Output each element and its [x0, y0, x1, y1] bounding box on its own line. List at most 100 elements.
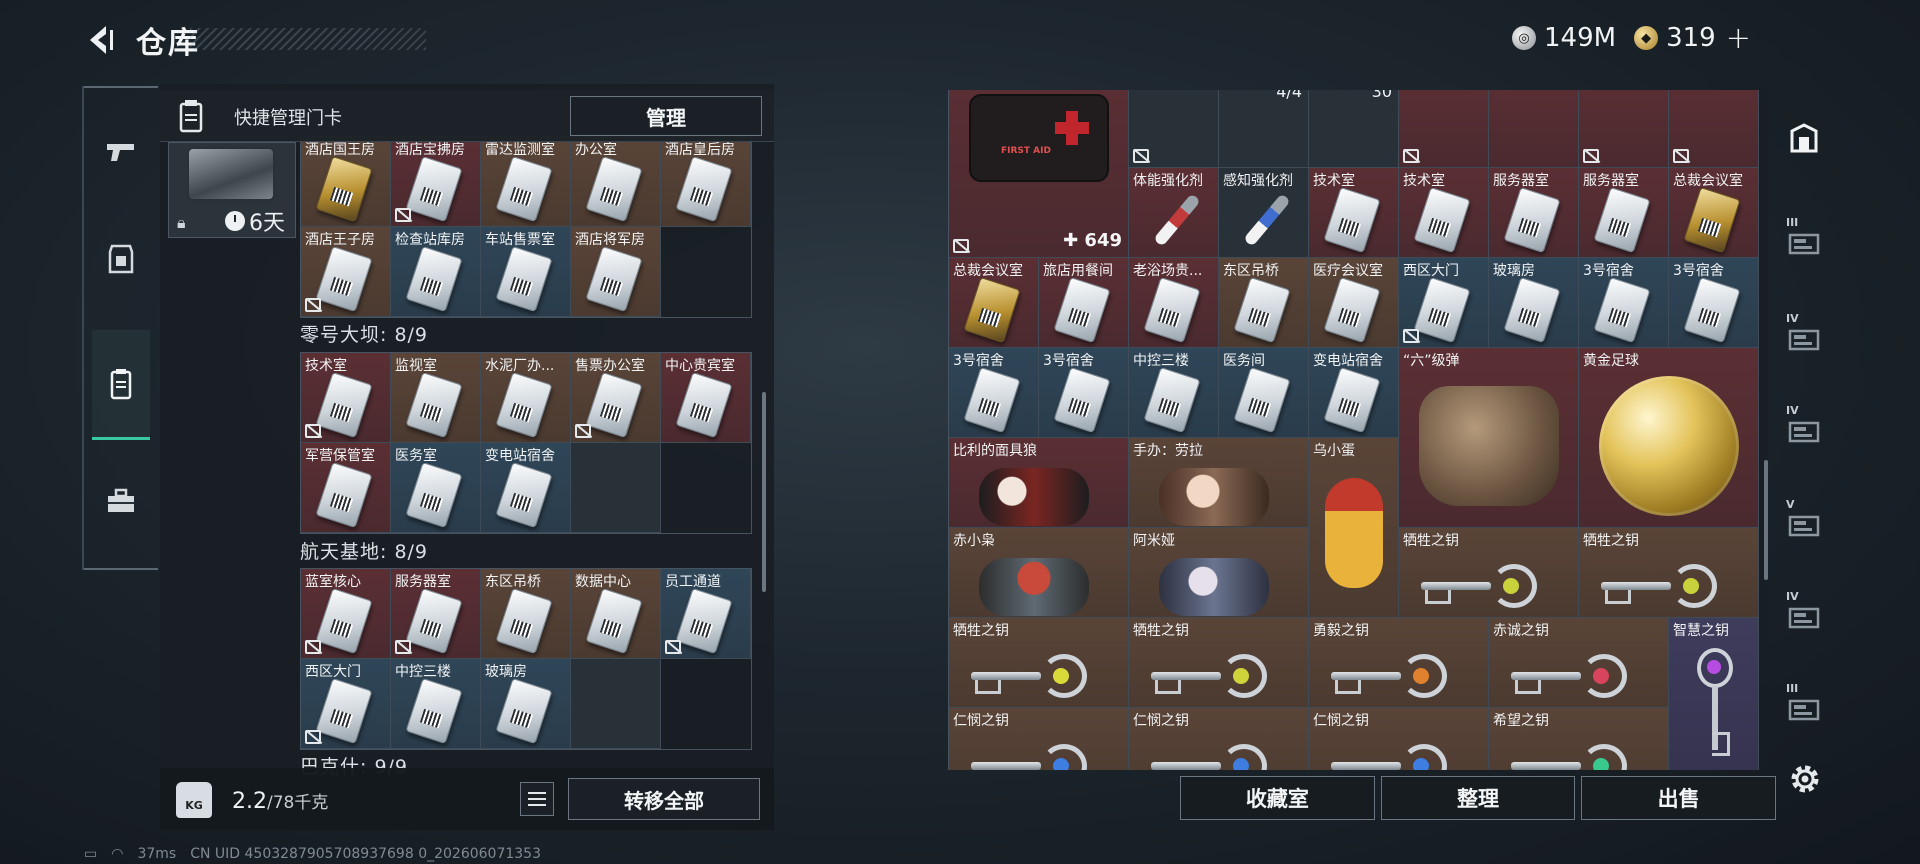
item-slot[interactable] [1489, 90, 1579, 168]
back-button[interactable] [80, 20, 120, 60]
item-slot[interactable]: 医务间 [1219, 348, 1309, 438]
keycard-slot[interactable]: 酒店皇后房 [661, 137, 751, 227]
item-slot[interactable]: 30 [1309, 90, 1399, 168]
left-scrollbar[interactable] [762, 392, 766, 592]
item-slot[interactable]: 技术室 [1399, 168, 1489, 258]
keycard-slot[interactable]: 技术室 [301, 353, 391, 443]
sort-button[interactable]: 整理 [1380, 776, 1576, 820]
right-scrollbar[interactable] [1764, 460, 1768, 580]
item-slot[interactable]: 东区吊桥 [1219, 258, 1309, 348]
keycard-slot[interactable]: 雷达监测室 [481, 137, 571, 227]
item-slot[interactable]: 总裁会议室 [949, 258, 1039, 348]
item-slot[interactable]: 仁悯之钥 [1129, 708, 1309, 770]
item-slot[interactable] [1129, 90, 1219, 168]
item-slot[interactable]: 总裁会议室 [1669, 168, 1759, 258]
keycard-slot[interactable]: 酒店王子房 [301, 227, 391, 317]
item-slot[interactable]: 技术室 [1309, 168, 1399, 258]
item-slot[interactable]: 手办：劳拉 [1129, 438, 1309, 528]
keycard-slot[interactable]: 办公室 [571, 137, 661, 227]
keycard-slot[interactable]: 酒店将军房 [571, 227, 661, 317]
item-slot[interactable]: 体能强化剂 [1129, 168, 1219, 258]
keycard-slot[interactable]: 车站售票室 [481, 227, 571, 317]
keycard-slot[interactable]: 水泥厂办... [481, 353, 571, 443]
item-slot[interactable]: 牺牲之钥 [1579, 528, 1759, 618]
storage-expansion-icon [1788, 607, 1820, 629]
item-slot[interactable]: 3号宿舍 [1669, 258, 1759, 348]
keycard-slot[interactable]: 监视室 [391, 353, 481, 443]
item-slot[interactable] [1669, 90, 1759, 168]
item-slot[interactable]: 牺牲之钥 [949, 618, 1129, 708]
tab-weapons[interactable] [92, 96, 150, 206]
item-slot[interactable]: 黄金足球 [1579, 348, 1759, 528]
keycard-slot[interactable]: 检查站库房 [391, 227, 481, 317]
item-slot[interactable]: 旅店用餐间 [1039, 258, 1129, 348]
item-slot[interactable] [1399, 90, 1489, 168]
item-slot[interactable]: 乌小蛋 [1309, 438, 1399, 618]
item-slot[interactable]: 西区大门 [1399, 258, 1489, 348]
keycard-slot[interactable]: 数据中心 [571, 569, 661, 659]
item-slot[interactable]: “六”级弹 [1399, 348, 1579, 528]
item-slot[interactable]: 3号宿舍 [1039, 348, 1129, 438]
item-slot[interactable]: 智慧之钥 [1669, 618, 1759, 770]
keycard-slot[interactable]: 变电站宿舍 [481, 443, 571, 533]
tab-storage-expansion[interactable]: V [1782, 494, 1826, 554]
keycard-slot[interactable]: 玻璃房 [481, 659, 571, 749]
keycard-slot[interactable]: 酒店国王房 [301, 137, 391, 227]
item-slot[interactable]: 4/4 [1219, 90, 1309, 168]
item-slot[interactable]: 变电站宿舍 [1309, 348, 1399, 438]
item-slot[interactable]: 仁悯之钥 [949, 708, 1129, 770]
item-slot[interactable]: 医疗会议室 [1309, 258, 1399, 348]
keycard-slot[interactable]: 医务室 [391, 443, 481, 533]
item-slot[interactable]: 3号宿舍 [1579, 258, 1669, 348]
item-slot[interactable]: 老浴场贵... [1129, 258, 1219, 348]
item-slot[interactable]: 玻璃房 [1489, 258, 1579, 348]
keycard-slot[interactable]: 员工通道 [661, 569, 751, 659]
tab-storage-expansion[interactable]: IV [1782, 400, 1826, 460]
tab-storage-expansion[interactable]: IV [1782, 586, 1826, 646]
list-view-button[interactable] [520, 782, 554, 816]
keycard-slot[interactable]: 中控三楼 [391, 659, 481, 749]
tab-storage-expansion[interactable]: III [1782, 678, 1826, 738]
keycard-slot[interactable]: 蓝室核心 [301, 569, 391, 659]
add-currency-button[interactable]: + [1726, 21, 1751, 56]
keycard-slot[interactable]: 售票办公室 [571, 353, 661, 443]
item-slot[interactable]: 牺牲之钥 [1129, 618, 1309, 708]
tab-keycards[interactable] [92, 330, 150, 440]
item-slot[interactable]: 希望之钥 [1489, 708, 1669, 770]
item-slot[interactable]: 感知强化剂 [1219, 168, 1309, 258]
manage-button[interactable]: 管理 [570, 96, 762, 136]
tab-tools[interactable] [92, 446, 150, 556]
tab-armor[interactable] [92, 204, 150, 314]
transfer-all-button[interactable]: 转移全部 [568, 778, 760, 820]
keycard-slot[interactable]: 中心贵宾室 [661, 353, 751, 443]
item-slot[interactable]: FIRST AID ✚ 649 [949, 90, 1129, 258]
item-slot[interactable]: 服务器室 [1489, 168, 1579, 258]
tab-storage-expansion[interactable]: IV [1782, 308, 1826, 368]
item-slot[interactable]: 比利的面具狼 [949, 438, 1129, 528]
keycard-slot[interactable]: 军营保管室 [301, 443, 391, 533]
item-slot[interactable]: 仁悯之钥 [1309, 708, 1489, 770]
empty-slot[interactable] [571, 659, 661, 749]
keycard-slot[interactable]: 服务器室 [391, 569, 481, 659]
item-slot[interactable]: 赤小枭 [949, 528, 1129, 618]
item-slot[interactable] [1579, 90, 1669, 168]
keycard-slot[interactable]: 西区大门 [301, 659, 391, 749]
collection-room-button[interactable]: 收藏室 [1180, 776, 1375, 820]
item-slot[interactable]: 中控三楼 [1129, 348, 1219, 438]
item-slot[interactable]: 勇毅之钥 [1309, 618, 1489, 708]
keycard-slot[interactable]: 东区吊桥 [481, 569, 571, 659]
tab-storage-expansion[interactable]: III [1782, 212, 1826, 272]
item-slot[interactable]: 服务器室 [1579, 168, 1669, 258]
item-slot[interactable]: 赤诚之钥 [1489, 618, 1669, 708]
keycard-holder-slot[interactable]: 🔒︎ 6天 [168, 142, 296, 238]
gold-currency[interactable]: ◆ 319 + [1634, 21, 1751, 56]
sell-button[interactable]: 出售 [1581, 776, 1777, 820]
settings-gear-icon[interactable] [1786, 760, 1824, 798]
tab-safe-box[interactable] [1782, 108, 1826, 168]
keycard-slot[interactable]: 酒店宝拂房 [391, 137, 481, 227]
item-slot[interactable]: 阿米娅 [1129, 528, 1309, 618]
no-sale-icon [665, 640, 681, 654]
item-slot[interactable]: 3号宿舍 [949, 348, 1039, 438]
empty-slot[interactable] [571, 443, 661, 533]
item-slot[interactable]: 牺牲之钥 [1399, 528, 1579, 618]
